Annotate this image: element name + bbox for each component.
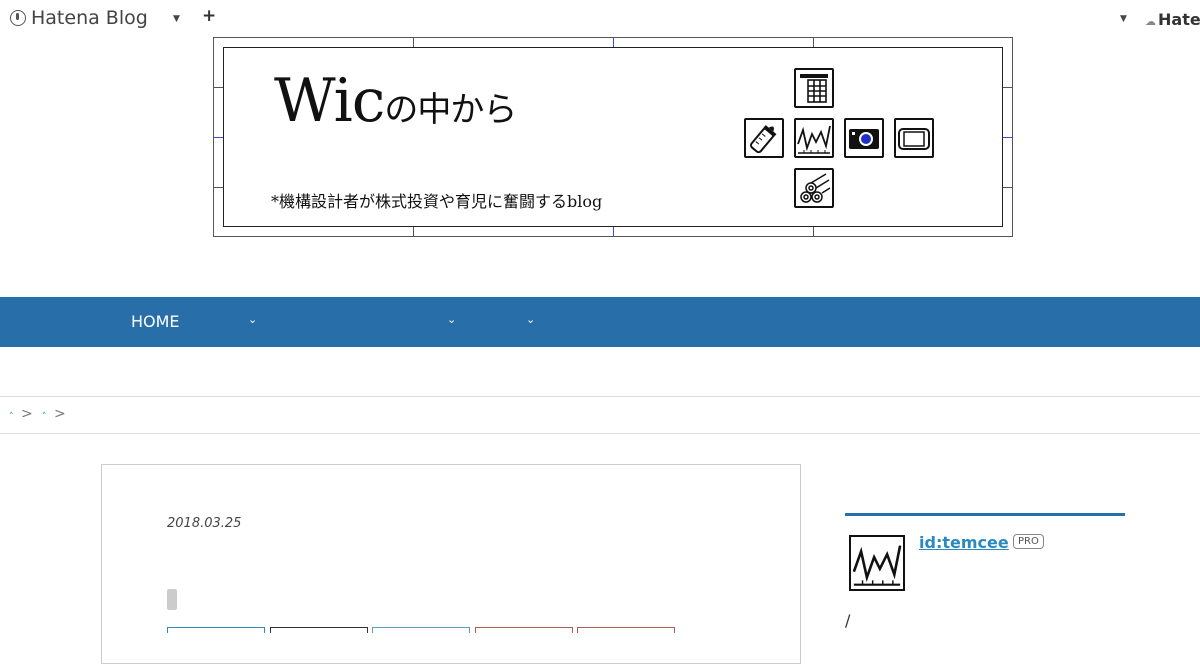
calendar-icon <box>794 68 834 108</box>
header-tick <box>214 87 223 88</box>
blog-description: *機構設計者が株式投資や育児に奮闘するblog <box>271 192 603 211</box>
sidebar-divider <box>845 513 1125 516</box>
blog-title: Wicの中から <box>274 66 517 136</box>
nav-dropdown-chevron-icon[interactable]: ⌄ <box>248 313 257 326</box>
hatena-logo-icon <box>10 10 26 26</box>
brand-dropdown-caret[interactable]: ▼ <box>173 14 180 24</box>
avatar[interactable] <box>849 535 905 591</box>
header-tick <box>613 38 614 47</box>
add-post-button[interactable]: + <box>202 6 216 26</box>
logs-icon <box>794 168 834 208</box>
header-tick <box>1003 87 1012 88</box>
hatena-blog-logo[interactable]: Hatena Blog <box>10 7 148 29</box>
header-tick <box>813 227 814 236</box>
blog-title-tail: の中から <box>384 90 517 130</box>
hatena-brand-label: Hatena Blog <box>31 7 148 29</box>
hatena-account-label: Hate <box>1158 10 1200 29</box>
hatena-top-bar: Hatena Blog ▼ + ▼ ☁ Hate <box>0 0 1200 36</box>
header-tick <box>214 137 223 138</box>
baby-bottle-icon <box>744 118 784 158</box>
pro-badge: PRO <box>1013 534 1044 549</box>
share-button-pocket[interactable] <box>475 627 573 633</box>
share-button-other[interactable] <box>577 627 675 633</box>
breadcrumb-link[interactable]: ˄ <box>42 412 47 422</box>
header-tick <box>813 38 814 47</box>
header-tick <box>214 187 223 188</box>
hatena-account-link[interactable]: ☁ Hate <box>1145 10 1200 29</box>
global-nav-bar: HOME ⌄ ⌄ ⌄ <box>0 297 1200 347</box>
header-tick <box>1003 137 1012 138</box>
article-card: 2018.03.25 <box>101 464 801 664</box>
account-dropdown-caret[interactable]: ▼ <box>1120 14 1127 24</box>
header-tick <box>1003 187 1012 188</box>
header-tick <box>613 227 614 236</box>
breadcrumb: ˄ > ˄ > <box>0 396 1200 434</box>
smartphone-icon <box>894 118 934 158</box>
profile-user-id-link[interactable]: id:temcee <box>919 533 1009 552</box>
share-button-hatena[interactable] <box>167 627 265 633</box>
camera-icon <box>844 118 884 158</box>
hatena-small-icon: ☁ <box>1145 15 1156 28</box>
breadcrumb-separator: > <box>21 406 33 422</box>
nav-dropdown-chevron-icon[interactable]: ⌄ <box>526 313 535 326</box>
header-tick <box>413 227 414 236</box>
blog-header-image[interactable]: Wicの中から *機構設計者が株式投資や育児に奮闘するblog <box>213 37 1013 237</box>
nav-dropdown-chevron-icon[interactable]: ⌄ <box>447 313 456 326</box>
share-button-facebook[interactable] <box>372 627 470 633</box>
header-tick <box>413 38 414 47</box>
breadcrumb-separator: > <box>54 406 66 422</box>
header-frame: Wicの中から *機構設計者が株式投資や育児に奮闘するblog <box>223 47 1003 227</box>
blog-title-main: Wic <box>274 66 385 136</box>
stock-chart-icon <box>794 118 834 158</box>
sidebar-profile: id:temcee PRO / <box>845 513 1125 630</box>
share-button-twitter[interactable] <box>270 627 368 633</box>
profile-trailing-text: / <box>845 611 851 630</box>
breadcrumb-link[interactable]: ˄ <box>9 412 14 422</box>
nav-home-link[interactable]: HOME <box>131 312 180 331</box>
category-label[interactable] <box>167 589 177 610</box>
article-date[interactable]: 2018.03.25 <box>167 516 241 531</box>
